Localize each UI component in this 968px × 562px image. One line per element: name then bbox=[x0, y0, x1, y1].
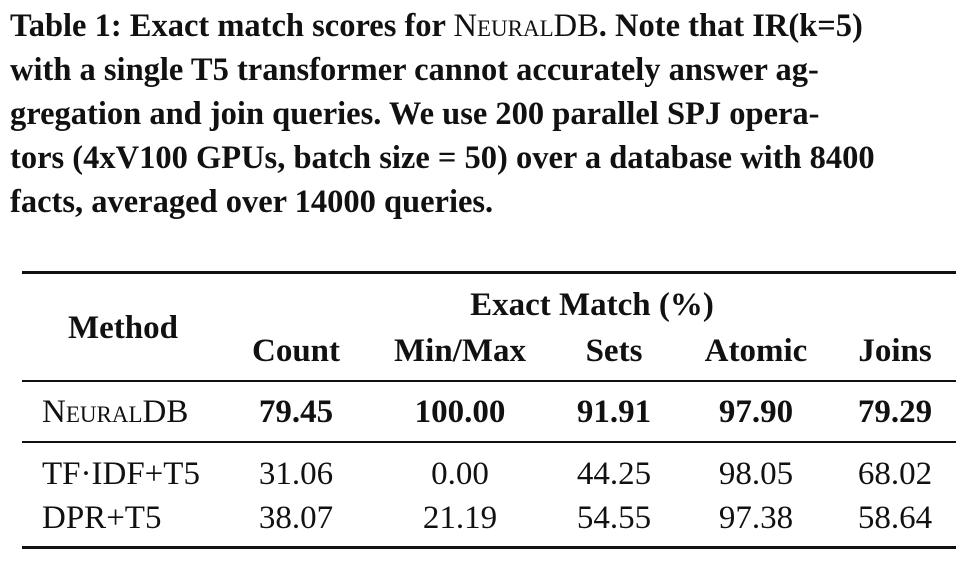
cell-value: 100.00 bbox=[414, 394, 506, 430]
row-method-neuraldb: NeuralDB bbox=[42, 394, 189, 430]
cell-value: 58.64 bbox=[857, 500, 933, 536]
cell-value: 79.45 bbox=[258, 394, 334, 430]
column-header-sets: Sets bbox=[585, 333, 643, 369]
cell-value: 91.91 bbox=[576, 394, 652, 430]
cell-value: 98.05 bbox=[718, 456, 794, 492]
cell-value: 97.90 bbox=[718, 394, 794, 430]
caption-line-4: tors (4xV100 GPUs, batch size = 50) over… bbox=[10, 140, 875, 176]
caption-line-2: with a single T5 transformer cannot accu… bbox=[10, 52, 819, 88]
caption-system-name: NeuralDB bbox=[453, 8, 599, 44]
column-header-joins: Joins bbox=[858, 333, 932, 369]
header-rule bbox=[22, 380, 956, 382]
table-bottom-rule bbox=[22, 546, 956, 549]
method-header: Method bbox=[68, 310, 178, 346]
caption-line-5: facts, averaged over 14000 queries. bbox=[10, 184, 494, 220]
caption-line-3: gregation and join queries. We use 200 p… bbox=[10, 96, 820, 132]
caption-line-1-suffix: . Note that IR(k=5) bbox=[598, 8, 863, 44]
caption-line-1-prefix: Table 1: Exact match scores for bbox=[10, 8, 454, 44]
cell-value: 31.06 bbox=[258, 456, 334, 492]
caption-line-1: Table 1: Exact match scores for NeuralDB… bbox=[10, 4, 968, 48]
row-method-tfidf: TF·IDF+T5 bbox=[42, 456, 200, 492]
cell-value: 38.07 bbox=[258, 500, 334, 536]
cell-value: 54.55 bbox=[576, 500, 652, 536]
cell-value: 0.00 bbox=[431, 456, 489, 492]
cell-value: 79.29 bbox=[857, 394, 933, 430]
group-header: Exact Match (%) bbox=[470, 287, 714, 323]
column-header-atomic: Atomic bbox=[704, 333, 808, 369]
cell-value: 21.19 bbox=[422, 500, 498, 536]
row-method-dpr: DPR+T5 bbox=[42, 500, 162, 536]
table-caption: Table 1: Exact match scores for NeuralDB… bbox=[10, 4, 968, 224]
table-top-rule bbox=[22, 271, 956, 274]
cell-value: 97.38 bbox=[718, 500, 794, 536]
mid-rule bbox=[22, 441, 956, 443]
cell-value: 68.02 bbox=[857, 456, 933, 492]
column-header-count: Count bbox=[251, 333, 341, 369]
column-header-minmax: Min/Max bbox=[394, 333, 526, 369]
cell-value: 44.25 bbox=[576, 456, 652, 492]
